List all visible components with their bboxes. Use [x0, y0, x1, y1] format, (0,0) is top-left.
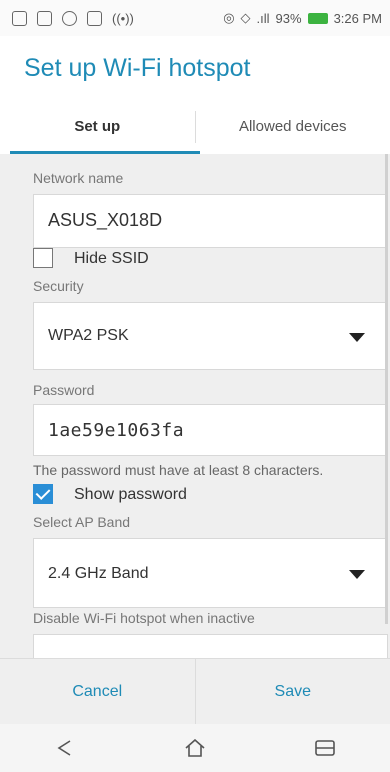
- page-title: Set up Wi-Fi hotspot: [24, 54, 251, 82]
- action-bar: Cancel Save: [0, 658, 390, 725]
- network-name-value: ASUS_X018D: [48, 210, 163, 230]
- security-select[interactable]: WPA2 PSK: [33, 302, 388, 370]
- show-password-label: Show password: [74, 486, 187, 503]
- picture-icon: [87, 10, 102, 26]
- sync-icon: ◇: [240, 10, 251, 25]
- hide-ssid-label: Hide SSID: [74, 250, 149, 267]
- password-field[interactable]: 1ae59e1063fa: [33, 404, 388, 456]
- image-icon: [37, 10, 52, 26]
- header: Set up Wi-Fi hotspot Set up Allowed devi…: [0, 36, 390, 155]
- scrollbar[interactable]: [385, 154, 388, 624]
- ap-band-value: 2.4 GHz Band: [48, 565, 149, 582]
- settings-form: Network name ASUS_X018D Hide SSID Securi…: [0, 154, 390, 658]
- tab-allowed-devices[interactable]: Allowed devices: [196, 111, 390, 154]
- tab-bar: Set up Allowed devices: [0, 111, 390, 154]
- password-label: Password: [33, 382, 95, 398]
- ap-band-select[interactable]: 2.4 GHz Band: [33, 538, 388, 608]
- disable-inactive-select[interactable]: [33, 634, 388, 658]
- show-password-checkbox[interactable]: [33, 484, 53, 504]
- network-name-label: Network name: [33, 170, 124, 186]
- hide-ssid-checkbox[interactable]: [33, 248, 53, 268]
- save-button[interactable]: Save: [196, 659, 390, 725]
- home-icon[interactable]: [175, 733, 215, 763]
- status-bar: ((•)) ◎ ◇ .ıll 93% 3:26 PM: [0, 0, 390, 36]
- password-hint: The password must have at least 8 charac…: [33, 462, 324, 478]
- recent-apps-icon[interactable]: [305, 733, 345, 763]
- password-value: 1ae59e1063fa: [48, 420, 185, 441]
- tab-set-up[interactable]: Set up: [0, 111, 195, 154]
- security-label: Security: [33, 278, 84, 294]
- cancel-button[interactable]: Cancel: [0, 659, 195, 725]
- gamepad-icon: [12, 10, 27, 26]
- security-value: WPA2 PSK: [48, 327, 129, 344]
- hotspot-icon: ◎: [223, 10, 235, 25]
- network-name-field[interactable]: ASUS_X018D: [33, 194, 388, 248]
- info-icon: [62, 10, 77, 26]
- back-icon[interactable]: [45, 733, 85, 763]
- hotspot-broadcast-icon: ((•)): [112, 10, 134, 26]
- battery-icon: [307, 12, 328, 24]
- clock: 3:26 PM: [333, 10, 382, 26]
- dropdown-arrow-icon: [349, 333, 365, 342]
- ap-band-label: Select AP Band: [33, 514, 131, 530]
- navigation-bar: [0, 724, 390, 772]
- signal-icon: .ıll: [256, 10, 270, 26]
- disable-inactive-label: Disable Wi-Fi hotspot when inactive: [33, 610, 255, 626]
- battery-percent: 93%: [275, 10, 302, 26]
- dropdown-arrow-icon: [349, 570, 365, 579]
